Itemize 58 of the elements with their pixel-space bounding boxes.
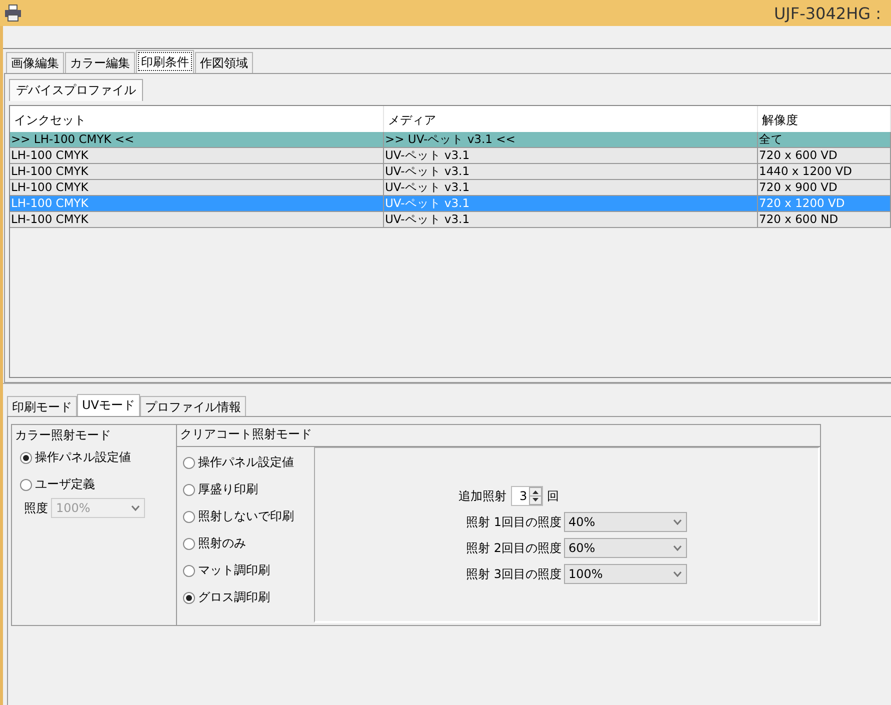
table-row[interactable]: LH-100 CMYK UV-ペット v3.1 1440 x 1200 VD <box>10 164 891 180</box>
radio-button[interactable]: マット調印刷 <box>177 557 314 584</box>
table-row[interactable]: LH-100 CMYK UV-ペット v3.1 720 x 900 VD <box>10 180 891 196</box>
field-label: 照射 2回目の照度 <box>466 540 562 556</box>
radio-button[interactable]: 操作パネル設定値 <box>177 449 314 476</box>
dropdown[interactable]: 100% <box>564 564 686 584</box>
tab[interactable]: プロファイル情報 <box>140 396 246 416</box>
chevron-down-icon <box>672 571 682 577</box>
tab[interactable]: カラー編集 <box>65 52 135 73</box>
tab[interactable]: 画像編集 <box>6 52 64 73</box>
chevron-down-icon <box>131 505 140 511</box>
field-label: 照射 3回目の照度 <box>466 566 562 582</box>
table-cell: 720 x 1200 VD <box>758 196 891 212</box>
table-cell: >> UV-ペット v3.1 << <box>384 132 758 148</box>
field-label: 照射 1回目の照度 <box>466 514 562 530</box>
table-cell: >> LH-100 CMYK << <box>10 132 384 148</box>
table-cell: 1440 x 1200 VD <box>758 164 891 180</box>
radio-button[interactable]: 照射しないで印刷 <box>177 503 314 530</box>
dropdown[interactable]: 40% <box>564 512 686 532</box>
radio-button[interactable]: グロス調印刷 <box>177 584 314 611</box>
radio-button[interactable]: 照射のみ <box>177 530 314 557</box>
table-cell: LH-100 CMYK <box>10 196 384 212</box>
tab[interactable]: デバイスプロファイル <box>9 79 143 101</box>
tab[interactable]: 作図領域 <box>195 52 253 73</box>
unit-label: 回 <box>547 488 560 504</box>
table-cell: 720 x 600 ND <box>758 212 891 228</box>
table-cell: 全て <box>758 132 891 148</box>
table-row[interactable]: >> LH-100 CMYK << >> UV-ペット v3.1 << 全て <box>10 132 891 148</box>
table-cell: LH-100 CMYK <box>10 212 384 228</box>
table-cell: LH-100 CMYK <box>10 164 384 180</box>
chevron-down-icon <box>672 519 682 525</box>
table-cell: UV-ペット v3.1 <box>384 148 758 164</box>
table-cell: UV-ペット v3.1 <box>384 164 758 180</box>
field-label: 追加照射 <box>458 488 506 504</box>
field-label: 照度 <box>24 500 48 516</box>
table-cell: 720 x 900 VD <box>758 180 891 196</box>
table-row[interactable]: LH-100 CMYK UV-ペット v3.1 720 x 600 VD <box>10 148 891 164</box>
radio-button[interactable]: ユーザ定義 <box>14 471 174 498</box>
table-cell: 720 x 600 VD <box>758 148 891 164</box>
table-row[interactable]: LH-100 CMYK UV-ペット v3.1 720 x 600 ND <box>10 212 891 228</box>
table-cell: LH-100 CMYK <box>10 148 384 164</box>
group-title: クリアコート照射モード <box>179 426 313 443</box>
table-cell: UV-ペット v3.1 <box>384 212 758 228</box>
table-cell: LH-100 CMYK <box>10 180 384 196</box>
group-title: カラー照射モード <box>14 427 112 444</box>
tab[interactable]: 印刷モード <box>7 396 77 416</box>
window-title: UJF-3042HG : <box>774 4 881 22</box>
dropdown[interactable]: 60% <box>564 538 686 558</box>
spin-field[interactable]: 3 <box>510 486 544 506</box>
tab[interactable]: UVモード <box>77 394 140 416</box>
chevron-down-icon <box>672 545 682 551</box>
radio-button[interactable]: 厚盛り印刷 <box>177 476 314 503</box>
printer-icon <box>4 4 22 22</box>
table-cell: UV-ペット v3.1 <box>384 180 758 196</box>
radio-button[interactable]: 操作パネル設定値 <box>14 444 174 471</box>
table-cell: UV-ペット v3.1 <box>384 196 758 212</box>
spinner-arrows-icon[interactable] <box>529 487 542 505</box>
tab[interactable]: 印刷条件 <box>136 50 194 73</box>
